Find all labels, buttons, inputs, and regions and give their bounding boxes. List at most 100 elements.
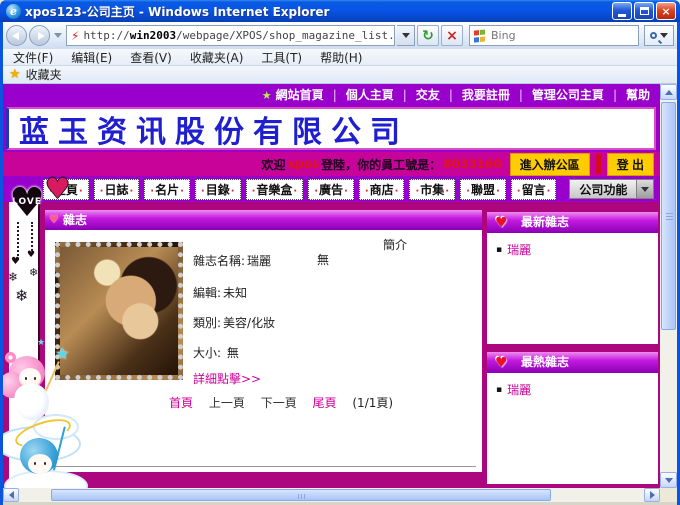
nav-friends[interactable]: 交友 [394,88,440,102]
menu-favorites[interactable]: 收藏夹(A) [190,49,244,66]
tab-catalog[interactable]: 目錄 [195,179,241,200]
heart-icon: ♥ [495,353,508,374]
nav-register[interactable]: 我要註冊 [440,88,510,102]
latest-magazines-panel: ♥ 最新雜志 ▪ 瑞麗 [487,212,658,344]
favorites-bar: ★ 收藏夹 [3,66,677,84]
heart-icon: ♥ [495,213,508,234]
angel-face [28,454,52,474]
tab-ads[interactable]: 廣告 [308,179,354,200]
bullet-icon: ▪ [496,385,502,395]
minimize-icon [618,14,626,17]
nav-personal-home[interactable]: 個人主頁 [324,88,394,102]
arrow-right-icon [650,491,655,499]
menu-file[interactable]: 文件(F) [13,49,53,66]
magazine-panel-body: 簡介 無 雜志名稱:瑞麗 編輯:未知 類別:美容/化妝 大小: 無 詳細點擊>>… [45,230,482,472]
company-title: 蓝玉资讯股份有限公司 [9,107,409,151]
tab-market[interactable]: 市集 [409,179,455,200]
vertical-scrollbar-thumb[interactable] [661,102,676,330]
address-bar[interactable]: ⚡ http://win2003/webpage/XPOS/shop_magaz… [66,25,395,46]
site-top-nav: ★ 網站首頁個人主頁交友我要註冊管理公司主頁幫助 [3,84,660,106]
heart-icon: ♥ [49,210,59,230]
magazine-panel-title: 雜志 [63,213,87,227]
tab-musicbox[interactable]: 音樂盒 [246,179,304,200]
tab-alliance[interactable]: 聯盟 [460,179,506,200]
scroll-left-button[interactable] [3,488,19,502]
tab-message[interactable]: 留言 [511,179,557,200]
page-prev-link[interactable]: 上一頁 [209,396,245,410]
magazine-link[interactable]: 瑞麗 [507,241,531,258]
forward-button[interactable] [29,25,50,46]
select-arrow-button[interactable] [636,180,653,198]
arrow-left-icon [9,491,14,499]
stop-icon: × [446,28,458,44]
magazine-link[interactable]: 瑞麗 [507,381,531,398]
vertical-scrollbar[interactable] [660,84,677,488]
chevron-down-icon [402,33,410,38]
nav-help[interactable]: 幫助 [604,88,650,102]
menu-view[interactable]: 查看(V) [130,49,172,66]
welcome-text: 登陸，你的員工號是： [321,156,441,173]
page-first-link[interactable]: 首頁 [169,396,193,410]
magazine-photo[interactable] [55,242,183,380]
window-frame-left [0,20,3,505]
page-last-link[interactable]: 尾頁 [313,396,337,410]
detail-link[interactable]: 詳細點擊>> [193,370,261,387]
welcome-username: xpos [287,157,319,171]
page-next-link[interactable]: 下一頁 [261,396,297,410]
maximize-button[interactable] [634,2,654,20]
hot-magazines-body: ▪ 瑞麗 [487,373,658,484]
stop-button[interactable]: × [441,25,463,46]
history-dropdown[interactable] [54,33,62,38]
tab-shop[interactable]: 商店 [359,179,405,200]
scroll-up-button[interactable] [660,84,677,100]
magazine-panel: ♥ 雜志 簡介 無 雜志名稱:瑞麗 編輯:未知 類別:美容/化妝 大小: 無 詳… [45,210,482,472]
divider [51,466,476,467]
search-box[interactable] [469,25,639,46]
main-area: ♥ 雜志 簡介 無 雜志名稱:瑞麗 編輯:未知 類別:美容/化妝 大小: 無 詳… [3,202,660,488]
intro-column-header: 簡介 [383,236,407,253]
scroll-right-button[interactable] [644,488,660,502]
scroll-down-button[interactable] [660,472,677,488]
tab-card[interactable]: 名片 [144,179,190,200]
bullet-icon: ▪ [496,245,502,255]
hot-magazines-header: ♥ 最熱雜志 [487,352,658,373]
nav-manage-company[interactable]: 管理公司主頁 [510,88,604,102]
horizontal-scrollbar[interactable] [3,488,660,502]
search-button[interactable] [644,25,674,46]
horizontal-scrollbar-thumb[interactable] [51,489,551,501]
nav-star-icon: ★ [262,89,272,102]
menu-edit[interactable]: 编辑(E) [71,49,112,66]
enter-office-button[interactable]: 進入辦公區 [510,153,590,176]
search-icon [650,32,657,39]
refresh-icon: ↻ [422,28,434,44]
company-banner: 蓝玉资讯股份有限公司 [6,107,656,150]
field-size: 大小: 無 [193,344,239,361]
favorites-star-icon: ★ [9,67,21,82]
logout-button[interactable]: 登 出 [607,153,654,176]
scrollbar-grip [301,494,302,499]
list-item[interactable]: ▪ 瑞麗 [496,381,649,398]
company-function-select[interactable]: 公司功能 [569,179,654,199]
navigation-bar: ⚡ http://win2003/webpage/XPOS/shop_magaz… [3,22,677,49]
scrollbar-grip [666,216,673,217]
pagination: 首頁 上一頁 下一頁 尾頁 (1/1頁) [169,394,405,411]
button-separator [596,154,601,174]
nav-site-home[interactable]: 網站首頁 [276,88,324,102]
page-viewport: ★網站首頁個人主頁交友我要註冊管理公司主頁幫助 蓝玉资讯股份有限公司 欢迎 xp… [3,84,660,488]
latest-magazines-header: ♥ 最新雜志 [487,212,658,233]
angel-eye [34,462,36,465]
back-button[interactable] [6,25,27,46]
tab-blog[interactable]: 日誌 [94,179,140,200]
favorites-button[interactable]: 收藏夹 [26,66,62,83]
title-bar[interactable]: e xpos123-公司主页 - Windows Internet Explor… [0,0,680,22]
tab-home[interactable]: 主頁 [43,179,89,200]
address-dropdown-button[interactable] [397,25,415,46]
close-button[interactable]: × [656,2,676,20]
menu-help[interactable]: 帮助(H) [320,49,362,66]
latest-magazines-body: ▪ 瑞麗 [487,233,658,344]
search-input[interactable] [491,29,634,42]
menu-tools[interactable]: 工具(T) [261,49,302,66]
list-item[interactable]: ▪ 瑞麗 [496,241,649,258]
refresh-button[interactable]: ↻ [417,25,439,46]
minimize-button[interactable] [612,2,632,20]
